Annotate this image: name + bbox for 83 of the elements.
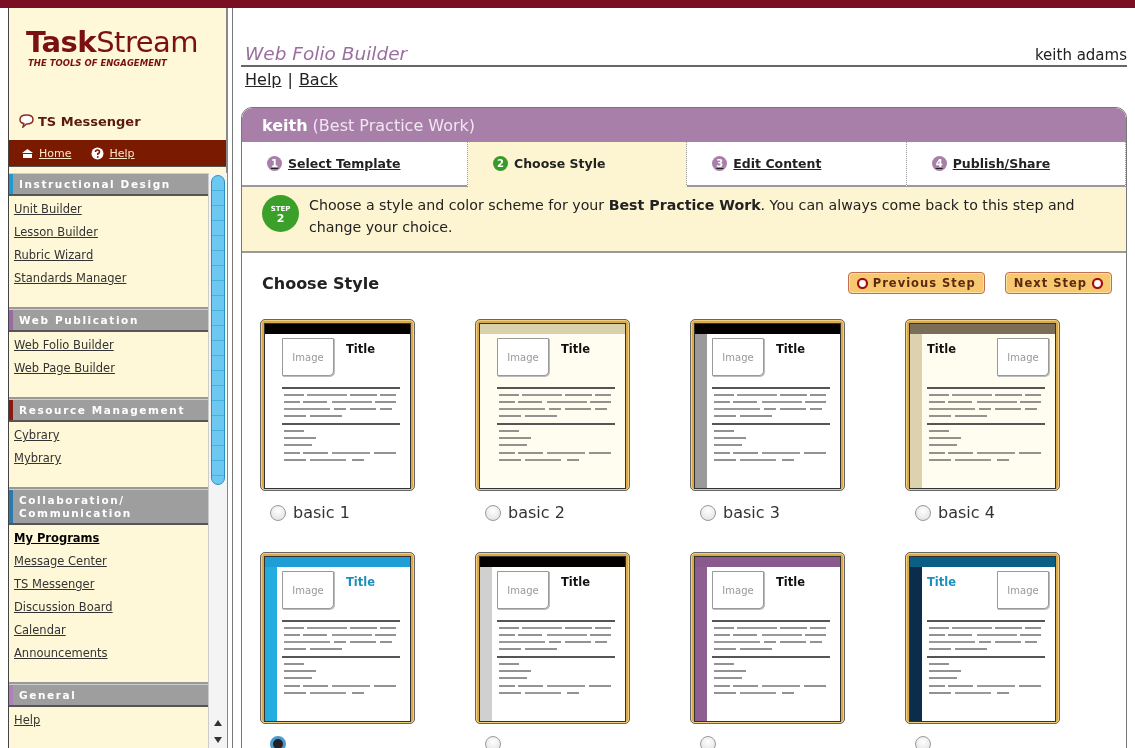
preview-title: Title — [561, 342, 592, 356]
style-label: basic 1 — [293, 503, 350, 522]
sidebar-link[interactable]: Standards Manager — [14, 270, 127, 287]
style-preview[interactable]: Image Title — [690, 319, 845, 491]
style-preview[interactable]: Image Title — [260, 319, 415, 491]
style-preview[interactable]: Image Title — [475, 552, 630, 724]
sidebar-link[interactable]: Calendar — [14, 622, 66, 639]
radio-button[interactable] — [270, 736, 286, 748]
user-name: keith adams — [1034, 46, 1127, 64]
style-preview[interactable]: Image Title — [690, 552, 845, 724]
style-preview[interactable]: Image Title — [475, 319, 630, 491]
preview-title: Title — [776, 342, 807, 356]
step-number: 4 — [931, 156, 947, 171]
style-preview[interactable]: Image Title — [905, 319, 1060, 491]
section-heading: Choose Style — [262, 273, 380, 293]
style-label: basic 2 — [508, 503, 565, 522]
preview-title: Title — [776, 575, 807, 589]
radio-button[interactable] — [485, 504, 501, 521]
image-placeholder: Image — [497, 338, 549, 376]
step-number: 1 — [267, 156, 282, 171]
radio-button[interactable] — [915, 736, 931, 748]
style-label: basic 3 — [723, 503, 780, 522]
radio-button[interactable] — [915, 504, 931, 521]
step-tab[interactable]: 2 Choose Style — [468, 142, 688, 187]
radio-button[interactable] — [700, 736, 716, 748]
sidebar-link[interactable]: My Programs — [14, 530, 100, 547]
image-placeholder: Image — [712, 338, 764, 376]
style-preview[interactable]: Image Title — [260, 552, 415, 724]
messenger-link[interactable]: TS Messenger — [38, 113, 141, 129]
sidebar-link[interactable]: Message Center — [14, 553, 107, 570]
step-button[interactable]: Previous Step — [847, 272, 985, 294]
speech-bubble-icon — [19, 114, 34, 128]
link-separator: | — [287, 70, 293, 91]
step-button[interactable]: Next Step — [1004, 272, 1112, 294]
style-label: basic 4 — [938, 503, 995, 522]
sidebar-link[interactable]: TS Messenger — [14, 576, 95, 593]
image-placeholder: Image — [282, 571, 334, 609]
portfolio-name: (Best Practice Work) — [312, 115, 476, 135]
sidebar-link[interactable]: Rubric Wizard — [14, 247, 94, 264]
section-title: Resource Management — [18, 403, 186, 418]
help-icon — [91, 146, 105, 160]
sidebar-link[interactable]: Discussion Board — [14, 599, 113, 616]
step-number: 3 — [712, 156, 728, 171]
up-arrow-icon[interactable] — [214, 719, 222, 726]
sidebar-link[interactable]: Lesson Builder — [14, 224, 98, 241]
preview-title: Title — [346, 342, 377, 356]
logo-tagline: THE TOOLS OF ENGAGEMENT — [28, 58, 167, 68]
radio-button[interactable] — [270, 504, 286, 521]
sidebar-link[interactable]: Cybrary — [14, 427, 60, 444]
owner-name: keith — [262, 115, 308, 135]
nav-link[interactable]: Home — [21, 146, 72, 160]
home-icon — [21, 147, 34, 159]
preview-title: Title — [927, 342, 958, 356]
scrollbar[interactable] — [208, 173, 227, 748]
nav-link[interactable]: Help — [91, 146, 135, 160]
sidebar-link[interactable]: Unit Builder — [14, 201, 82, 218]
step-number: 2 — [493, 156, 508, 171]
preview-title: Title — [561, 575, 592, 589]
preview-title: Title — [927, 575, 958, 589]
sidebar-link[interactable]: Mybrary — [14, 450, 62, 467]
image-placeholder: Image — [282, 338, 334, 376]
header-link[interactable]: Back — [298, 70, 338, 107]
down-arrow-icon[interactable] — [214, 736, 222, 743]
logo: TaskStream — [26, 26, 199, 58]
sidebar-link[interactable]: Help — [14, 712, 41, 729]
image-placeholder: Image — [997, 338, 1049, 376]
image-placeholder: Image — [497, 571, 549, 609]
sidebar-link[interactable]: Web Page Builder — [14, 360, 115, 377]
header-link[interactable]: Help — [245, 70, 282, 107]
section-title: General — [18, 688, 78, 703]
radio-button[interactable] — [700, 504, 716, 521]
preview-title: Title — [346, 575, 377, 589]
sidebar-link[interactable]: Web Folio Builder — [14, 337, 114, 354]
sidebar-link[interactable]: Announcements — [14, 645, 108, 662]
section-title: Web Publication — [18, 313, 140, 328]
page-title: Web Folio Builder — [244, 43, 408, 64]
image-placeholder: Image — [712, 571, 764, 609]
step-instructions: Choose a style and color scheme for your Best Practice Work. You can always come back to this step and change your choice. — [309, 196, 1076, 237]
style-preview[interactable]: Image Title — [905, 552, 1060, 724]
image-placeholder: Image — [997, 571, 1049, 609]
section-title: Collaboration/ Communication — [18, 493, 133, 521]
radio-button[interactable] — [485, 736, 501, 748]
section-title: Instructional Design — [18, 177, 172, 192]
